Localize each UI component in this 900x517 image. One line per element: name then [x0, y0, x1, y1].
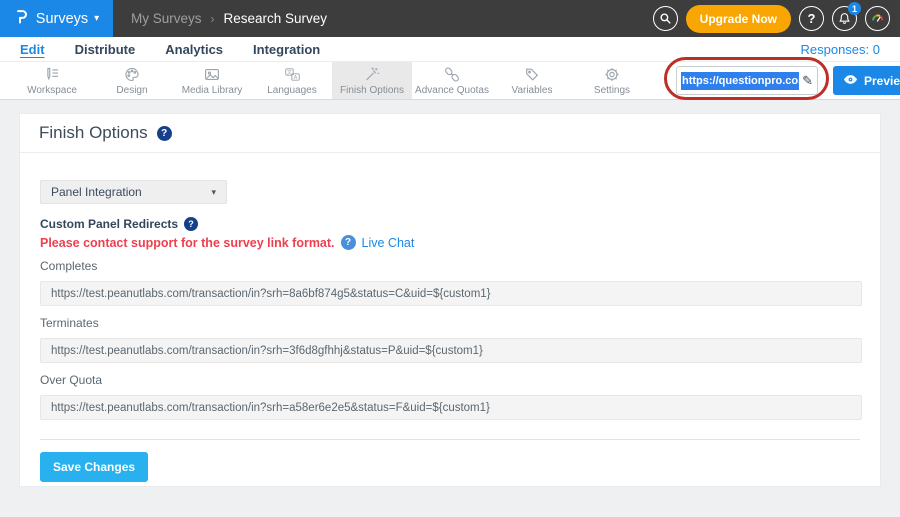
toolbar-item-advance-quotas[interactable]: Advance Quotas	[412, 62, 492, 99]
questionpro-logo-icon	[14, 7, 30, 30]
terminates-label: Terminates	[40, 316, 860, 330]
finish-options-help-icon[interactable]: ?	[157, 126, 172, 141]
toolbar-item-finish-options[interactable]: Finish Options	[332, 62, 412, 99]
gear-icon	[603, 66, 621, 83]
over-quota-group: Over Quota https://test.peanutlabs.com/t…	[40, 373, 860, 420]
chevron-down-icon: ▾	[211, 187, 216, 198]
palette-icon	[123, 66, 141, 83]
terminates-url-input[interactable]: https://test.peanutlabs.com/transaction/…	[40, 338, 862, 363]
toolbar-item-label: Media Library	[182, 85, 243, 96]
nav-tab-integration[interactable]: Integration	[253, 42, 320, 57]
over-quota-url-input[interactable]: https://test.peanutlabs.com/transaction/…	[40, 395, 862, 420]
eye-icon	[843, 74, 858, 88]
nav-tab-analytics[interactable]: Analytics	[165, 42, 223, 57]
toolbar-item-label: Workspace	[27, 85, 77, 96]
dropdown-selected-value: Panel Integration	[51, 185, 142, 199]
section-title-row: Custom Panel Redirects ?	[40, 217, 860, 231]
account-gauge-icon[interactable]	[865, 6, 890, 31]
survey-url-selected-text[interactable]: https://questionpro.com/t/A	[681, 72, 799, 90]
toolbar-item-label: Design	[116, 85, 147, 96]
notifications-button[interactable]: 1	[832, 6, 857, 31]
over-quota-label: Over Quota	[40, 373, 860, 387]
toolbar-item-label: Languages	[267, 85, 317, 96]
nav-tab-distribute[interactable]: Distribute	[75, 42, 136, 57]
translate-icon: 文A	[283, 66, 302, 83]
preview-button[interactable]: Preview	[833, 66, 900, 95]
preview-label: Preview	[864, 74, 900, 88]
upgrade-now-button[interactable]: Upgrade Now	[686, 5, 791, 33]
section-title: Custom Panel Redirects	[40, 217, 178, 231]
svg-text:A: A	[293, 74, 297, 80]
toolbar-item-design[interactable]: Design	[92, 62, 172, 99]
tag-icon	[523, 66, 541, 83]
toolbar-item-settings[interactable]: Settings	[572, 62, 652, 99]
responses-count[interactable]: Responses: 0	[801, 42, 881, 57]
warning-row: Please contact support for the survey li…	[40, 235, 860, 250]
footer-divider	[40, 439, 860, 440]
image-icon	[203, 66, 221, 83]
nav-tab-edit[interactable]: Edit	[20, 42, 45, 57]
toolbar-item-label: Advance Quotas	[415, 85, 489, 96]
survey-url-field[interactable]: https://questionpro.com/t/A ✎	[676, 66, 818, 95]
panel-integration-dropdown[interactable]: Panel Integration ▾	[40, 180, 227, 204]
live-chat-help-icon[interactable]: ?	[341, 235, 356, 250]
svg-text:文: 文	[286, 68, 291, 75]
top-header: Surveys ▾ My Surveys › Research Survey U…	[0, 0, 900, 37]
toolbar-item-label: Finish Options	[340, 85, 404, 96]
main-content: Finish Options ? Panel Integration ▾ Cus…	[0, 100, 900, 500]
edit-url-pencil-icon[interactable]: ✎	[802, 73, 813, 89]
save-changes-button[interactable]: Save Changes	[40, 452, 148, 482]
toolbar-item-workspace[interactable]: Workspace	[12, 62, 92, 99]
completes-group: Completes https://test.peanutlabs.com/tr…	[40, 259, 860, 306]
search-icon[interactable]	[653, 6, 678, 31]
terminates-group: Terminates https://test.peanutlabs.com/t…	[40, 316, 860, 363]
support-warning-text: Please contact support for the survey li…	[40, 236, 335, 250]
page-title: Finish Options	[39, 123, 148, 143]
product-switcher[interactable]: Surveys ▾	[0, 0, 113, 37]
workspace-icon	[43, 66, 61, 83]
completes-url-input[interactable]: https://test.peanutlabs.com/transaction/…	[40, 281, 862, 306]
breadcrumb-separator-icon: ›	[211, 12, 215, 26]
finish-options-card: Finish Options ? Panel Integration ▾ Cus…	[19, 113, 881, 487]
header-actions: Upgrade Now ? 1	[653, 5, 890, 33]
breadcrumb-current: Research Survey	[224, 11, 328, 26]
chain-link-icon	[443, 66, 461, 83]
card-body: Panel Integration ▾ Custom Panel Redirec…	[20, 153, 880, 482]
toolbar-item-languages[interactable]: 文A Languages	[252, 62, 332, 99]
edit-toolbar: Workspace Design Media Library 文A Langua…	[0, 62, 900, 100]
breadcrumb: My Surveys › Research Survey	[131, 11, 327, 26]
product-name: Surveys	[36, 11, 88, 27]
notification-badge: 1	[848, 2, 861, 15]
toolbar-item-variables[interactable]: Variables	[492, 62, 572, 99]
breadcrumb-parent[interactable]: My Surveys	[131, 11, 202, 26]
toolbar-item-media-library[interactable]: Media Library	[172, 62, 252, 99]
completes-label: Completes	[40, 259, 860, 273]
magic-wand-icon	[363, 66, 381, 83]
help-icon[interactable]: ?	[799, 6, 824, 31]
toolbar-item-label: Settings	[594, 85, 630, 96]
toolbar-item-label: Variables	[512, 85, 553, 96]
custom-panel-redirects-help-icon[interactable]: ?	[184, 217, 198, 231]
card-header: Finish Options ?	[20, 114, 880, 153]
live-chat-link[interactable]: Live Chat	[362, 236, 415, 250]
survey-nav: Edit Distribute Analytics Integration Re…	[0, 37, 900, 62]
chevron-down-icon: ▾	[94, 13, 99, 24]
